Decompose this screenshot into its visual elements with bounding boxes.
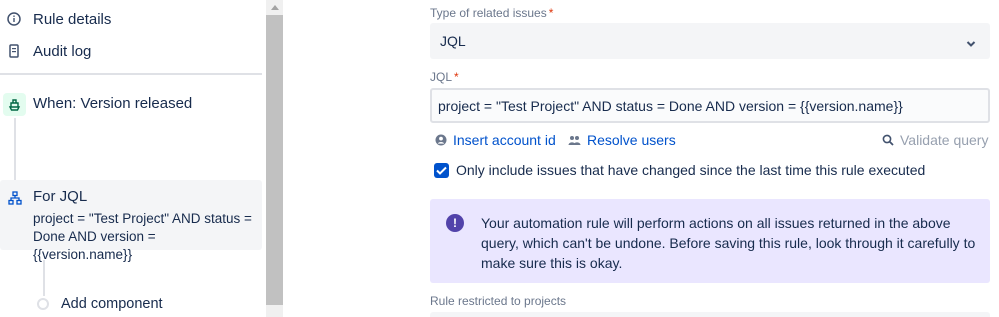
jql-label-text: JQL — [430, 70, 453, 84]
flow-connector-branch — [43, 260, 45, 296]
trigger-component[interactable]: When: Version released — [0, 88, 262, 120]
search-icon — [882, 134, 894, 146]
branch-title: For JQL — [33, 188, 88, 205]
only-changed-checkbox[interactable] — [434, 162, 449, 178]
trigger-label: When: Version released — [33, 95, 193, 112]
nav-audit-log[interactable]: Audit log — [0, 36, 262, 66]
divider — [0, 73, 262, 75]
validate-query-label: Validate query — [900, 132, 989, 148]
scroll-up-arrow[interactable] — [266, 0, 283, 15]
branch-query: project = "Test Project" AND status = Do… — [33, 211, 252, 262]
only-changed-label: Only include issues that have changed si… — [456, 162, 926, 178]
type-field-label: Type of related issues * — [430, 6, 553, 20]
branch-component[interactable]: For JQL project = "Test Project" AND sta… — [0, 180, 262, 262]
add-component-label: Add component — [61, 296, 163, 312]
rule-panel: Rule details Audit log When: Version rel… — [0, 0, 283, 317]
nav-rule-details[interactable]: Rule details — [0, 4, 262, 34]
add-component-button[interactable]: Add component — [0, 294, 262, 316]
branch-badge — [3, 186, 26, 209]
add-component-dot — [37, 298, 49, 310]
branch-icon — [7, 190, 22, 205]
exclamation-icon: ! — [446, 214, 464, 232]
jql-input[interactable]: project = "Test Project" AND status = Do… — [430, 88, 990, 123]
type-label-text: Type of related issues — [430, 6, 547, 20]
people-icon — [568, 136, 581, 145]
validate-query-link[interactable]: Validate query — [882, 131, 988, 149]
nav-audit-log-label: Audit log — [33, 42, 92, 60]
type-select[interactable]: JQL — [430, 23, 990, 59]
only-changed-option[interactable]: Only include issues that have changed si… — [434, 161, 925, 179]
restricted-projects-field[interactable] — [430, 312, 990, 317]
warning-banner: ! Your automation rule will perform acti… — [430, 199, 990, 283]
required-mark: * — [454, 70, 459, 84]
insert-account-id-label: Insert account id — [453, 132, 556, 148]
trigger-badge — [3, 93, 26, 116]
flow-connector — [14, 118, 16, 180]
type-select-value: JQL — [440, 33, 466, 49]
nav-rule-details-label: Rule details — [33, 10, 112, 28]
info-icon — [7, 12, 21, 26]
restricted-projects-label: Rule restricted to projects — [430, 294, 567, 308]
person-circle-icon — [435, 134, 447, 146]
warning-message: Your automation rule will perform action… — [481, 215, 976, 271]
jql-field-label: JQL * — [430, 70, 459, 84]
resolve-users-link[interactable]: Resolve users — [568, 131, 676, 149]
checkmark-icon — [436, 166, 447, 175]
required-mark: * — [548, 6, 554, 20]
ship-icon — [8, 99, 21, 111]
insert-account-id-link[interactable]: Insert account id — [435, 131, 556, 149]
resolve-users-label: Resolve users — [587, 132, 676, 148]
jql-input-value: project = "Test Project" AND status = Do… — [438, 98, 903, 114]
document-icon — [7, 44, 21, 58]
sidebar-scroll-thumb[interactable] — [266, 15, 283, 305]
chevron-down-icon — [966, 36, 976, 47]
